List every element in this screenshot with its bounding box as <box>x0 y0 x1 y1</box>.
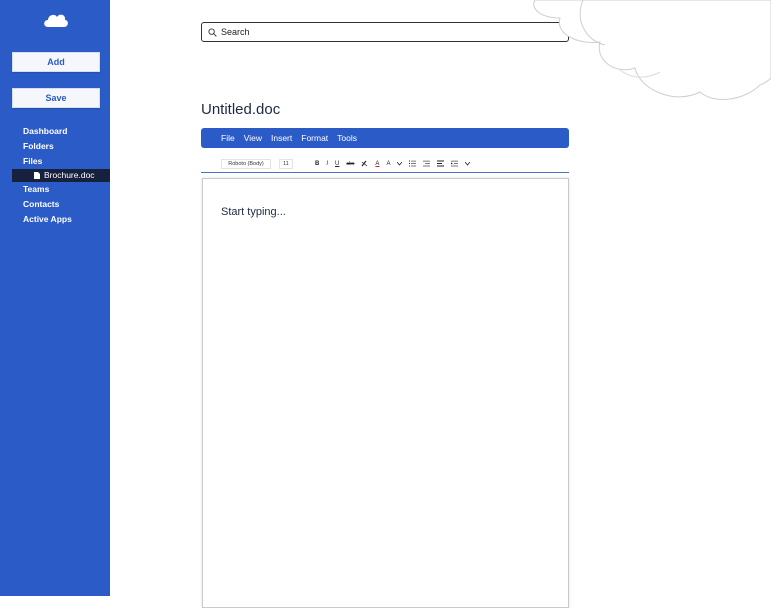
sidebar-item-active-apps[interactable]: Active Apps <box>0 212 110 227</box>
italic-button[interactable]: I <box>326 161 328 167</box>
underline-button[interactable]: U <box>335 161 339 167</box>
font-family-select[interactable]: Roboto (Body) <box>221 158 271 169</box>
sidebar-item-contacts[interactable]: Contacts <box>0 197 110 212</box>
search-input[interactable] <box>221 27 541 37</box>
sidebar-item-teams[interactable]: Teams <box>0 182 110 197</box>
menu-file[interactable]: File <box>221 133 235 143</box>
bold-button[interactable]: B <box>315 161 319 167</box>
add-button[interactable]: Add <box>12 52 100 72</box>
formatting-toolbar: Roboto (Body) 11 B I U abc A A <box>201 155 569 173</box>
file-icon <box>34 172 40 179</box>
menu-format[interactable]: Format <box>301 133 328 143</box>
clear-format-button[interactable] <box>361 160 368 167</box>
sidebar: Add Save Dashboard Folders Files Brochur… <box>0 0 110 596</box>
cloud-decoration <box>533 0 771 100</box>
font-color-button[interactable]: A <box>375 161 379 167</box>
menu-tools[interactable]: Tools <box>337 133 357 143</box>
strikethrough-button[interactable]: abc <box>346 161 354 167</box>
editor-placeholder: Start typing... <box>221 206 286 218</box>
chevron-down-icon[interactable] <box>397 161 403 166</box>
bullet-list-icon[interactable] <box>409 160 417 167</box>
more-options-chevron-icon[interactable] <box>465 161 471 166</box>
editor-menubar: File View Insert Format Tools <box>201 128 569 148</box>
sidebar-item-folders[interactable]: Folders <box>0 139 110 154</box>
menu-insert[interactable]: Insert <box>271 133 292 143</box>
save-button[interactable]: Save <box>12 88 100 108</box>
menu-view[interactable]: View <box>244 133 262 143</box>
cloud-icon[interactable] <box>42 10 70 30</box>
align-icon[interactable] <box>437 160 445 167</box>
search-icon <box>208 27 217 37</box>
sidebar-file-label: Brochure.doc <box>44 170 95 180</box>
clear-format-icon <box>361 160 368 167</box>
sidebar-file-brochure[interactable]: Brochure.doc <box>12 169 110 182</box>
numbered-list-icon[interactable] <box>423 160 431 167</box>
font-size-select[interactable]: 11 <box>279 158 293 169</box>
highlight-button[interactable]: A <box>386 161 390 167</box>
sidebar-nav: Dashboard Folders Files Brochure.doc Tea… <box>0 124 110 227</box>
sidebar-item-files[interactable]: Files <box>0 154 110 169</box>
sidebar-item-dashboard[interactable]: Dashboard <box>0 124 110 139</box>
search-bar[interactable] <box>201 22 569 42</box>
document-title: Untitled.doc <box>201 101 281 118</box>
document-editor[interactable]: Start typing... <box>202 178 569 608</box>
indent-icon[interactable] <box>451 160 459 167</box>
